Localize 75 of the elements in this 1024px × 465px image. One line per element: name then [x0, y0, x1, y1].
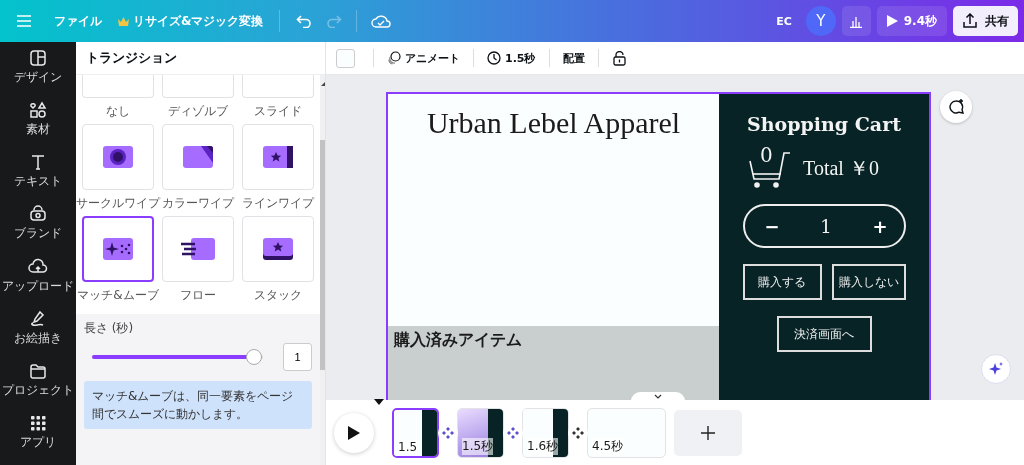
checkout-button[interactable]: 決済画面へ	[776, 316, 872, 352]
insights-button[interactable]	[841, 6, 871, 36]
present-button[interactable]: 9.4秒	[876, 6, 947, 36]
circle-wipe-transition-icon	[101, 144, 135, 170]
animate-icon	[387, 51, 401, 65]
transition-label: スライド	[254, 104, 302, 118]
sidebar-item[interactable]: 素材	[0, 100, 76, 153]
transition-label: ラインワイプ	[242, 196, 314, 210]
cart-total: Total ￥0	[803, 155, 879, 181]
transition-label: ディゾルブ	[168, 104, 228, 118]
page-duration: 4.5秒	[592, 437, 624, 455]
add-comment-button[interactable]	[940, 91, 972, 123]
upload-icon	[962, 13, 978, 29]
sidebar-item[interactable]: プロジェクト	[0, 360, 76, 413]
match-move-transition-icon	[101, 236, 135, 262]
page-thumbnail[interactable]: 1.5	[392, 407, 439, 458]
line-wipe-transition-icon	[261, 144, 295, 170]
decrease-button[interactable]: −	[764, 215, 780, 237]
flow-transition-icon	[181, 236, 215, 262]
increase-button[interactable]: +	[872, 215, 888, 237]
sidebar-item[interactable]: ブランド	[0, 204, 76, 257]
page-duration: 1.5秒	[462, 437, 494, 455]
transition-tile[interactable]	[82, 216, 154, 282]
clock-icon	[487, 51, 501, 65]
sidebar-item[interactable]: アップロード	[0, 256, 76, 309]
undo-icon[interactable]	[296, 14, 313, 28]
transition-label: スタック	[254, 288, 302, 302]
page-duration: 1.6秒	[527, 437, 559, 455]
page-thumbnail[interactable]: 1.5秒	[457, 407, 504, 458]
store-title: Urban Lebel Apparel	[425, 105, 682, 141]
duration-label: 長さ (秒)	[84, 320, 135, 337]
stack-transition-icon	[261, 236, 295, 262]
info-message: マッチ&ムーブは、同一要素をページ間でスムーズに動かします。	[84, 381, 312, 429]
bar-chart-icon	[849, 14, 864, 28]
cloud-check-icon[interactable]	[371, 13, 392, 29]
buy-button[interactable]: 購入する	[742, 264, 822, 300]
lock-icon[interactable]	[612, 50, 626, 66]
transition-label: マッチ&ムーブ	[77, 288, 159, 302]
play-icon	[348, 425, 360, 440]
position-button[interactable]: 配置	[557, 46, 590, 70]
quantity-value: 1	[820, 215, 832, 237]
page-thumbnail[interactable]: 4.5秒	[587, 407, 666, 458]
transition-label: フロー	[180, 288, 216, 302]
sidebar-item[interactable]: お絵描き	[0, 308, 76, 361]
magic-button[interactable]	[981, 354, 1011, 384]
color-wipe-transition-icon	[181, 144, 215, 170]
crown-icon	[118, 16, 129, 26]
sidebar-item[interactable]: アプリ	[0, 412, 76, 465]
duration-button[interactable]: 1.5秒	[482, 46, 541, 70]
elements-icon	[28, 100, 48, 121]
share-button[interactable]: 共有	[953, 6, 1018, 36]
animate-button[interactable]: アニメート	[382, 46, 465, 70]
design-icon	[28, 48, 48, 68]
avatar[interactable]: Y	[805, 6, 836, 36]
transition-label: サークルワイプ	[76, 196, 160, 210]
color-swatch[interactable]	[336, 48, 355, 68]
sparkle-icon	[988, 361, 1004, 377]
play-button[interactable]	[334, 412, 374, 453]
plus-icon	[701, 425, 715, 440]
page-thumbnail[interactable]: 1.6秒	[522, 407, 569, 458]
comment-plus-icon	[947, 98, 965, 116]
duration-input[interactable]: 1	[283, 343, 312, 371]
sidebar-item[interactable]: テキスト	[0, 152, 76, 205]
play-icon	[886, 15, 898, 27]
transition-label: なし	[106, 104, 130, 118]
page-duration: 1.5	[398, 439, 418, 454]
transition-label: カラーワイプ	[162, 196, 234, 210]
design-page[interactable]: Urban Lebel Apparel 購入済みアイテム Shopping Cart 0 Total ￥0 − 1 + 購入する 購入しない 決済画面へ	[386, 92, 931, 400]
sidebar-item[interactable]: デザイン	[0, 48, 76, 101]
workspace-name: EC	[776, 14, 792, 28]
dont-buy-button[interactable]: 購入しない	[831, 264, 906, 300]
cart-count: 0	[760, 143, 773, 167]
cart-title: Shopping Cart	[747, 113, 901, 135]
purchased-items-label: 購入済みアイテム	[388, 326, 719, 400]
chevron-down-icon	[654, 394, 662, 399]
